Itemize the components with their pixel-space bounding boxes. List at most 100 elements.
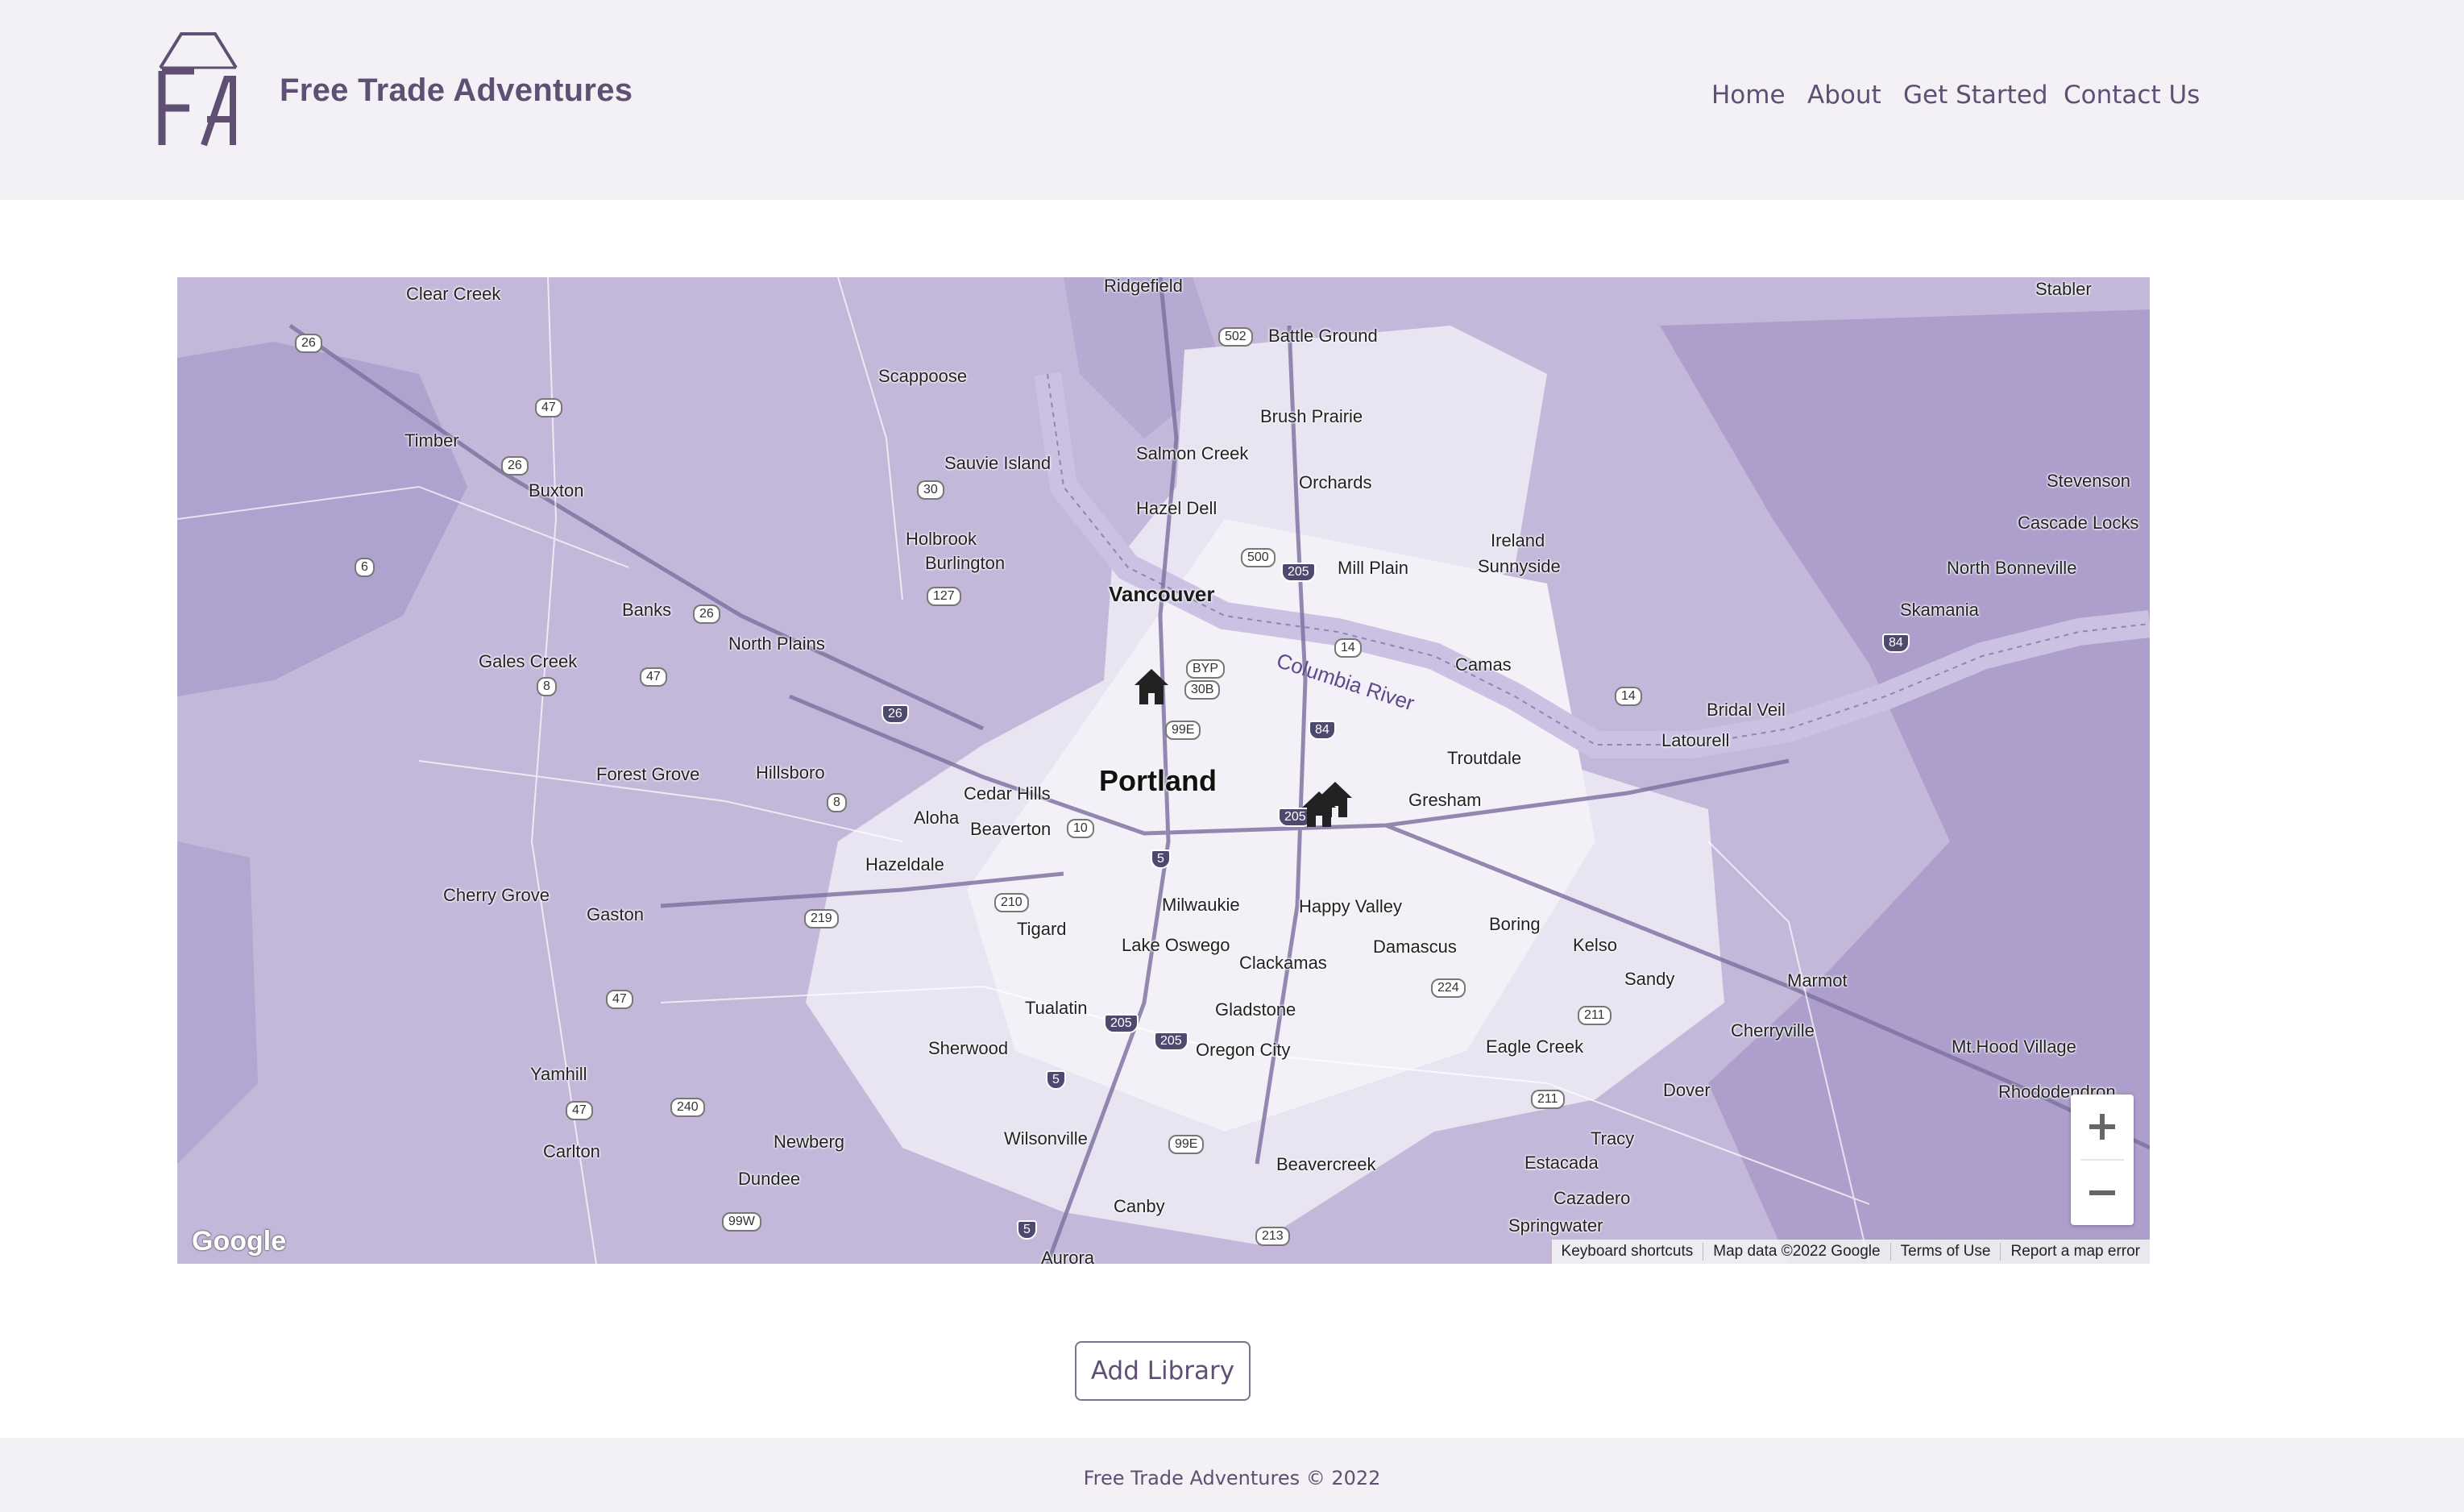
place-label: Tualatin	[1025, 998, 1088, 1018]
route-shield: 26	[501, 456, 529, 476]
plus-icon	[2089, 1114, 2115, 1140]
map-data-text: Map data ©2022 Google	[1703, 1243, 1891, 1261]
place-label: Estacada	[1524, 1153, 1599, 1173]
route-shield: 213	[1255, 1227, 1290, 1246]
map-city-label: Portland	[1099, 764, 1217, 797]
place-label: Salmon Creek	[1136, 443, 1249, 463]
report-map-error-link[interactable]: Report a map error	[2001, 1243, 2150, 1261]
google-logo[interactable]: Google	[192, 1226, 286, 1257]
route-shield: 47	[535, 398, 562, 417]
place-label: Lake Oswego	[1122, 935, 1230, 955]
copyright-text: Free Trade Adventures © 2022	[1083, 1467, 1381, 1489]
place-label: Carlton	[543, 1141, 600, 1161]
place-label: Gaston	[587, 904, 644, 924]
route-shield: 211	[1578, 1006, 1612, 1025]
place-label: Mt.Hood Village	[1952, 1036, 2076, 1057]
interstate-shield: 5	[1151, 849, 1171, 869]
interstate-shield: 84	[1882, 633, 1910, 653]
place-label: Gales Creek	[479, 651, 578, 671]
route-shield: 30B	[1184, 680, 1221, 700]
library-marker-icon[interactable]	[1300, 790, 1338, 829]
route-shield: 500	[1241, 548, 1276, 567]
nav-contact-us[interactable]: Contact Us	[2064, 81, 2200, 110]
brand-name[interactable]: Free Trade Adventures	[280, 73, 633, 109]
place-label: Sherwood	[928, 1038, 1009, 1058]
route-shield: 211	[1531, 1090, 1565, 1109]
route-shield: 99W	[722, 1212, 761, 1232]
place-label: Hillsboro	[756, 762, 825, 783]
place-label: North Bonneville	[1947, 558, 2077, 578]
route-shield: 30	[917, 480, 944, 500]
interstate-shield: 84	[1309, 721, 1336, 740]
place-label: Oregon City	[1196, 1040, 1291, 1060]
route-shield: 14	[1615, 687, 1642, 706]
place-label: Tracy	[1591, 1128, 1635, 1149]
place-label: Springwater	[1508, 1215, 1603, 1236]
place-label: Clear Creek	[406, 284, 501, 304]
keyboard-shortcuts-link[interactable]: Keyboard shortcuts	[1552, 1243, 1704, 1261]
place-label: Stabler	[2035, 279, 2092, 299]
place-label: Sandy	[1624, 969, 1675, 989]
route-shield: 47	[566, 1101, 593, 1120]
place-label: Aurora	[1041, 1248, 1095, 1264]
place-label: Newberg	[774, 1132, 845, 1152]
place-label: Happy Valley	[1299, 896, 1402, 916]
brand-logo-icon[interactable]	[157, 32, 239, 148]
nav-about[interactable]: About	[1807, 81, 1881, 110]
place-label: Skamania	[1900, 600, 1979, 620]
place-label: Tigard	[1017, 919, 1067, 939]
terms-of-use-link[interactable]: Terms of Use	[1891, 1243, 2001, 1261]
place-label: Cherryville	[1731, 1020, 1815, 1041]
place-label: Yamhill	[530, 1064, 587, 1084]
site-footer: Free Trade Adventures © 2022	[0, 1438, 2464, 1512]
place-label: Mill Plain	[1338, 558, 1409, 578]
place-label: Scappoose	[878, 366, 968, 386]
route-shield: 240	[670, 1098, 705, 1117]
route-shield: BYP	[1186, 659, 1226, 679]
place-label: Timber	[404, 430, 459, 451]
place-label: Stevenson	[2047, 471, 2130, 491]
place-label: Dundee	[738, 1169, 801, 1189]
place-label: Clackamas	[1239, 953, 1327, 973]
zoom-out-button[interactable]	[2071, 1161, 2134, 1225]
place-label: Wilsonville	[1004, 1128, 1088, 1149]
place-label: Beaverton	[970, 819, 1052, 839]
place-label: Sunnyside	[1478, 556, 1561, 576]
nav-home[interactable]: Home	[1711, 81, 1786, 110]
place-label: Kelso	[1573, 935, 1618, 955]
place-label: Brush Prairie	[1260, 406, 1363, 426]
route-shield: 14	[1334, 638, 1362, 658]
interstate-shield: 205	[1154, 1032, 1188, 1051]
add-library-button[interactable]: Add Library	[1075, 1341, 1251, 1401]
nav-get-started[interactable]: Get Started	[1903, 81, 2048, 110]
route-shield: 224	[1431, 978, 1466, 998]
interstate-shield: 205	[1104, 1014, 1139, 1033]
library-map[interactable]: Clear Creek Timber Buxton Banks Gales Cr…	[177, 277, 2150, 1264]
library-marker-icon[interactable]	[1133, 667, 1170, 706]
place-label: Orchards	[1299, 472, 1372, 492]
interstate-shield: 26	[881, 704, 909, 724]
interstate-shield: 205	[1281, 563, 1316, 582]
place-label: Gladstone	[1215, 999, 1296, 1020]
place-label: Forest Grove	[596, 764, 700, 784]
route-shield: 8	[537, 677, 557, 696]
map-attribution: Keyboard shortcuts Map data ©2022 Google…	[1551, 1240, 2150, 1264]
route-shield: 10	[1067, 819, 1094, 838]
place-label: Buxton	[529, 480, 584, 501]
place-label: Eagle Creek	[1486, 1036, 1584, 1057]
zoom-in-button[interactable]	[2071, 1095, 2134, 1159]
route-shield: 26	[295, 334, 322, 353]
route-shield: 99E	[1165, 721, 1201, 740]
place-label: Sauvie Island	[944, 453, 1052, 473]
zoom-controls	[2071, 1095, 2134, 1225]
place-label: Cascade Locks	[2018, 513, 2139, 533]
place-label: Bridal Veil	[1707, 700, 1786, 720]
place-label: Camas	[1455, 654, 1512, 675]
place-label: Hazel Dell	[1136, 498, 1217, 518]
place-label: Holbrook	[906, 529, 977, 549]
place-label: Troutdale	[1447, 748, 1522, 768]
place-label: Ireland	[1491, 530, 1545, 550]
interstate-shield: 5	[1046, 1070, 1066, 1090]
place-label: Hazeldale	[865, 854, 944, 874]
minus-icon	[2089, 1190, 2115, 1195]
